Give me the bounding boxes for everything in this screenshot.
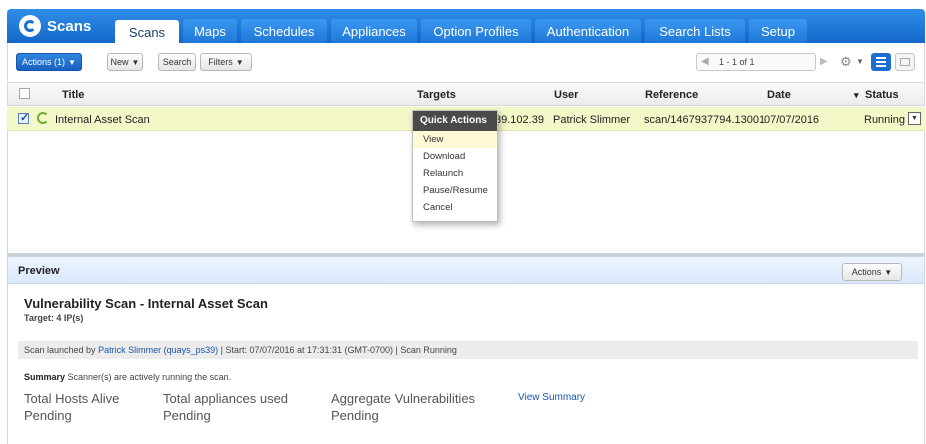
tab-setup[interactable]: Setup [749,19,807,43]
preview-actions-label: Actions [851,267,882,277]
quick-actions-menu: Quick Actions View Download Relaunch Pau… [412,110,498,222]
tab-option-profiles[interactable]: Option Profiles [421,19,531,43]
filters-button-label: Filters [208,57,233,67]
stat-value: Pending [24,408,72,423]
tab-search-lists[interactable]: Search Lists [645,19,745,43]
stat-total-appliances: Total appliances used Pending [163,391,288,423]
stat-aggregate-vulnerabilities: Aggregate Vulnerabilities Pending [331,391,475,423]
stat-value: Pending [331,408,379,423]
row-menu-icon[interactable]: ▼ [908,112,921,125]
brand-title: Scans [47,17,92,35]
search-button[interactable]: Search [158,53,196,71]
row-checkbox[interactable] [18,111,29,124]
launch-info: Scan launched by Patrick Slimmer (quays_… [18,341,918,359]
actions-button-label: Actions (1) [22,57,66,67]
grid-view-button[interactable] [895,53,915,71]
next-page-icon[interactable]: ▶ [820,56,828,67]
row-reference: scan/1467937794.13001 [644,114,766,126]
filters-button[interactable]: Filters ▼ [200,53,252,71]
menu-item-view[interactable]: View [413,131,497,148]
column-targets[interactable]: Targets [417,89,456,101]
scans-logo-icon [19,15,41,37]
running-spinner-icon [37,112,49,124]
stat-total-hosts: Total Hosts Alive Pending [24,391,119,423]
stat-label: Total appliances used [163,391,289,406]
pager: ◀ 1 - 1 of 1 [696,53,816,71]
previous-page-icon[interactable]: ◀ [701,56,709,67]
tab-schedules[interactable]: Schedules [241,19,327,43]
scan-target: Target: 4 IP(s) [24,313,84,323]
tab-maps[interactable]: Maps [183,19,237,43]
view-summary-link[interactable]: View Summary [518,392,585,403]
summary-line: Summary Scanner(s) are actively running … [24,372,231,382]
pager-range: 1 - 1 of 1 [719,57,755,67]
menu-item-download[interactable]: Download [413,148,497,165]
chevron-down-icon: ▼ [884,267,893,277]
tab-appliances[interactable]: Appliances [331,19,417,43]
select-all-checkbox[interactable] [19,88,30,99]
list-line [876,61,886,63]
sort-desc-icon[interactable]: ▾ [854,90,859,101]
list-view-button[interactable] [871,53,891,71]
launch-user-link[interactable]: Patrick Slimmer (quays_ps39) [98,345,218,355]
list-line [876,65,886,67]
tab-scans[interactable]: Scans [115,20,179,44]
column-reference[interactable]: Reference [645,89,698,101]
menu-item-cancel[interactable]: Cancel [413,199,497,216]
column-date[interactable]: Date [767,89,791,101]
list-line [876,57,886,59]
new-button[interactable]: New ▼ [107,53,143,71]
summary-label: Summary [24,372,66,382]
column-user[interactable]: User [554,89,578,101]
brand: Scans [19,13,91,39]
gear-icon[interactable]: ⚙ [840,55,854,69]
preview-bar: Preview Actions ▼ [7,256,925,284]
stat-value: Pending [163,408,211,423]
column-title[interactable]: Title [62,89,84,101]
row-date: 07/07/2016 [764,114,820,126]
chevron-down-icon: ▼ [235,57,244,67]
tab-authentication[interactable]: Authentication [535,19,641,43]
row-user: Patrick Slimmer [553,114,631,126]
preview-title: Preview [18,265,60,277]
stat-label: Total Hosts Alive [24,391,120,406]
chevron-down-icon[interactable]: ▼ [856,57,864,66]
chevron-down-icon: ▼ [131,57,140,67]
menu-item-relaunch[interactable]: Relaunch [413,165,497,182]
menu-item-pause-resume[interactable]: Pause/Resume [413,182,497,199]
grid-icon [900,58,910,66]
launch-prefix: Scan launched by [24,345,99,355]
summary-text: Scanner(s) are actively running the scan… [65,372,232,382]
stat-label: Aggregate Vulnerabilities [331,391,476,406]
top-navigation: Scans Scans Maps Schedules Appliances Op… [7,9,925,44]
table-header: Title Targets User Reference Date ▾ Stat… [7,82,925,106]
scan-heading: Vulnerability Scan - Internal Asset Scan [24,296,268,311]
launch-suffix: | Start: 07/07/2016 at 17:31:31 (GMT-070… [218,345,457,355]
toolbar: Actions (1) ▼ New ▼ Search Filters ▼ ◀ 1… [7,43,925,81]
row-title[interactable]: Internal Asset Scan [55,114,150,126]
quick-actions-title: Quick Actions [413,111,497,131]
preview-actions-button[interactable]: Actions ▼ [842,263,902,281]
actions-button[interactable]: Actions (1) ▼ [16,53,82,71]
row-status: Running [864,114,905,126]
chevron-down-icon: ▼ [68,57,76,67]
column-status[interactable]: Status [865,89,899,101]
row-targets: 39.102.39 [495,114,544,126]
new-button-label: New [110,57,129,67]
